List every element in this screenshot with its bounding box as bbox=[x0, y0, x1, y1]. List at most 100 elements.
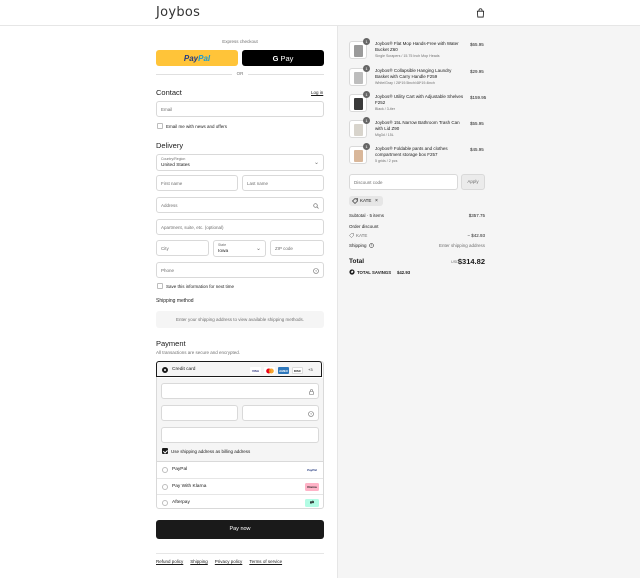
news-checkbox[interactable] bbox=[157, 123, 163, 129]
help-icon[interactable]: ? bbox=[369, 243, 374, 248]
help-icon[interactable]: ? bbox=[313, 268, 319, 274]
header: Joybos bbox=[0, 0, 640, 26]
country-select[interactable]: Country/Region United States ⌄ bbox=[156, 154, 324, 171]
afterpay-option[interactable]: Afterpay ⇄ bbox=[157, 494, 323, 510]
klarna-radio[interactable] bbox=[162, 484, 168, 490]
google-pay-label: Pay bbox=[280, 53, 294, 63]
search-icon bbox=[313, 203, 319, 209]
paypal-express-button[interactable]: Pay Pal bbox=[156, 50, 238, 66]
svg-text:?: ? bbox=[310, 412, 312, 416]
quantity-badge: 1 bbox=[363, 38, 370, 45]
shipping-value: Enter shipping address bbox=[438, 243, 485, 248]
discount-code-placeholder: Discount code bbox=[354, 180, 383, 185]
zip-placeholder: ZIP code bbox=[275, 246, 293, 251]
shipping-label: Shipping bbox=[349, 243, 367, 248]
product-price: $45.95 bbox=[470, 147, 484, 152]
klarna-label: Pay With Klarna bbox=[172, 484, 207, 489]
footer-links: Refund policy Shipping Privacy policy Te… bbox=[156, 559, 282, 564]
remove-code-icon[interactable]: × bbox=[375, 198, 378, 204]
help-icon[interactable]: ? bbox=[308, 411, 314, 417]
apartment-placeholder: Apartment, suite, etc. (optional) bbox=[161, 225, 224, 230]
lock-icon bbox=[309, 389, 314, 395]
city-field[interactable]: City bbox=[156, 240, 209, 256]
google-pay-button[interactable]: G Pay bbox=[242, 50, 324, 66]
paypal-radio[interactable] bbox=[162, 467, 168, 473]
apply-discount-button[interactable]: Apply bbox=[461, 174, 485, 190]
state-label: State bbox=[218, 243, 227, 247]
applied-code-label: KATE bbox=[356, 233, 368, 238]
more-cards-label: +3 bbox=[308, 367, 313, 372]
apartment-field[interactable]: Apartment, suite, etc. (optional) bbox=[156, 219, 324, 235]
shopping-bag-icon[interactable] bbox=[476, 8, 485, 18]
total-label: Total bbox=[349, 258, 365, 265]
state-value: Iowa bbox=[218, 249, 229, 254]
total-savings-label: TOTAL SAVINGS bbox=[357, 270, 392, 275]
billing-same-label: Use shipping address as billing address bbox=[171, 449, 251, 454]
discover-icon: DISC bbox=[292, 367, 303, 374]
shipping-link[interactable]: Shipping bbox=[190, 559, 208, 564]
list-item: 1 Joybos® Foldable pants and clothes com… bbox=[349, 143, 485, 166]
subtotal-label: Subtotal · 5 items bbox=[349, 213, 385, 218]
country-value: United States bbox=[161, 163, 190, 168]
login-link[interactable]: Log in bbox=[311, 90, 323, 95]
address-placeholder: Address bbox=[161, 203, 178, 208]
afterpay-radio[interactable] bbox=[162, 500, 168, 506]
amex-icon: AMEX bbox=[278, 367, 289, 374]
last-name-field[interactable]: Last name bbox=[242, 175, 324, 191]
credit-card-radio[interactable] bbox=[162, 367, 168, 373]
brand-logo[interactable]: Joybos bbox=[156, 5, 200, 20]
privacy-policy-link[interactable]: Privacy policy bbox=[215, 559, 243, 564]
first-name-field[interactable]: First name bbox=[156, 175, 238, 191]
quantity-badge: 1 bbox=[363, 117, 370, 124]
discount-code-chip: KATE × bbox=[349, 196, 383, 206]
state-select[interactable]: State Iowa ⌄ bbox=[213, 240, 266, 257]
refund-policy-link[interactable]: Refund policy bbox=[156, 559, 183, 564]
product-name: Joybos® 15L Narrow Bathroom Trash Can wi… bbox=[375, 120, 460, 131]
chevron-down-icon: ⌄ bbox=[255, 246, 261, 252]
zip-field[interactable]: ZIP code bbox=[270, 240, 324, 256]
visa-icon: VISA bbox=[250, 367, 261, 374]
list-item: 1 Joybos® Collapsible Hanging Laundry Ba… bbox=[349, 65, 485, 88]
product-price: $29.95 bbox=[470, 69, 484, 74]
name-on-card-field[interactable] bbox=[161, 427, 319, 443]
pay-now-button[interactable]: Pay now bbox=[156, 520, 324, 539]
credit-card-label: Credit card bbox=[172, 367, 196, 372]
address-field[interactable]: Address bbox=[156, 197, 324, 213]
chevron-down-icon: ⌄ bbox=[313, 160, 319, 166]
city-placeholder: City bbox=[161, 246, 169, 251]
product-variant: 5 grids / 2 pcs bbox=[375, 159, 398, 163]
or-divider: OR bbox=[156, 71, 324, 77]
klarna-option[interactable]: Pay With Klarna Klarna bbox=[157, 478, 323, 494]
expiration-date-field[interactable] bbox=[161, 405, 238, 421]
card-number-field[interactable] bbox=[161, 383, 319, 399]
total-savings-value: $42.93 bbox=[397, 270, 411, 275]
discount-value: − $42.93 bbox=[467, 233, 485, 238]
discount-code-field[interactable]: Discount code bbox=[349, 174, 458, 190]
credit-card-form: ? Use shipping address as billing addres… bbox=[157, 378, 323, 462]
email-placeholder: Email bbox=[161, 107, 173, 112]
payment-subtitle: All transactions are secure and encrypte… bbox=[156, 350, 241, 355]
tag-icon bbox=[352, 198, 358, 204]
svg-text:?: ? bbox=[315, 269, 317, 273]
email-field[interactable]: Email bbox=[156, 101, 324, 117]
security-code-field[interactable]: ? bbox=[242, 405, 319, 421]
phone-field[interactable]: Phone ? bbox=[156, 262, 324, 278]
paypal-option[interactable]: PayPal PayPal bbox=[157, 462, 323, 478]
product-variant: Black / 3-tier bbox=[375, 107, 395, 111]
footer-divider bbox=[156, 553, 324, 554]
credit-card-option[interactable]: Credit card VISA AMEX DISC +3 bbox=[156, 361, 322, 377]
total-value: $314.82 bbox=[457, 257, 485, 266]
savings-tag-icon bbox=[349, 269, 355, 275]
product-name: Joybos® Utility Cart with Adjustable She… bbox=[375, 94, 464, 105]
shipping-method-message: Enter your shipping address to view avai… bbox=[156, 311, 324, 328]
paypal-wordmark-pal: Pal bbox=[198, 53, 211, 63]
save-info-checkbox[interactable] bbox=[157, 283, 163, 289]
afterpay-label: Afterpay bbox=[172, 500, 190, 505]
billing-same-checkbox[interactable] bbox=[162, 448, 168, 454]
terms-link[interactable]: Terms of service bbox=[249, 559, 282, 564]
svg-text:?: ? bbox=[371, 244, 373, 248]
product-name: Joybos® Flat Mop Hands-Free with Water B… bbox=[375, 41, 459, 52]
tag-icon bbox=[349, 233, 354, 238]
google-g-icon: G bbox=[272, 53, 279, 63]
phone-placeholder: Phone bbox=[161, 268, 175, 273]
